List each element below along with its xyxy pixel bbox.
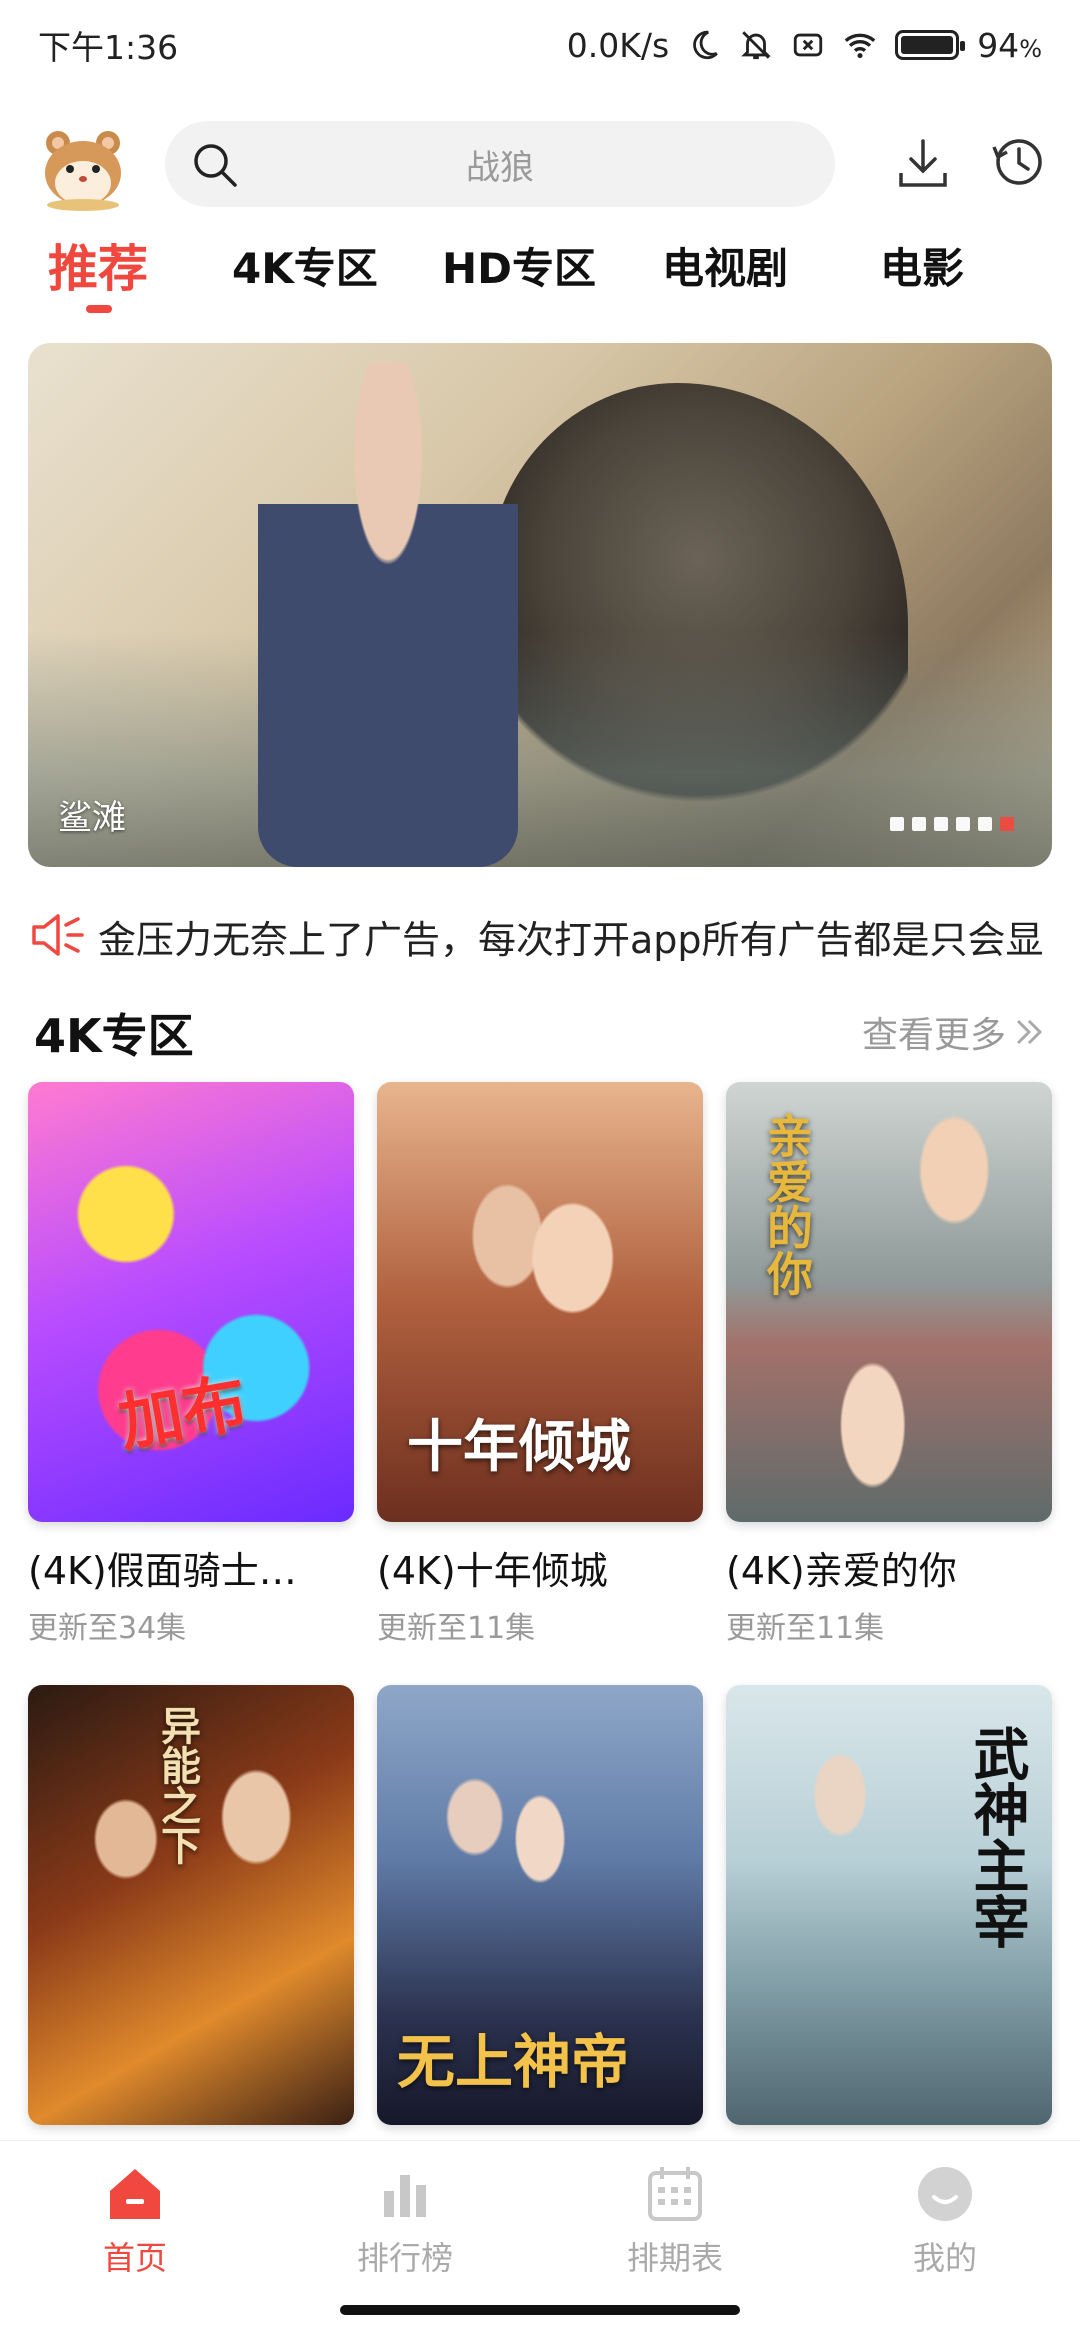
- video-poster: 无上神帝: [377, 1685, 703, 2125]
- profile-icon: [918, 2167, 972, 2221]
- video-title: (4K)假面骑士…: [28, 1549, 297, 1593]
- nav-profile-label: 我的: [912, 2239, 977, 2277]
- video-poster: 武神主宰: [726, 1685, 1052, 2125]
- active-tab-indicator: [86, 305, 112, 313]
- wifi-icon: [844, 33, 876, 59]
- chart-icon: [384, 2175, 426, 2217]
- pagination-dot: [890, 817, 904, 831]
- video-card[interactable]: 亲爱的你 (4K)亲爱的你 更新至11集: [726, 1082, 1052, 1647]
- sim-x-icon: [794, 33, 823, 57]
- speaker-icon: [32, 914, 84, 956]
- video-card[interactable]: 武神主宰: [726, 1685, 1052, 2151]
- home-icon: [110, 2169, 160, 2219]
- poster-title-text: 加布: [113, 1366, 253, 1462]
- nav-profile[interactable]: 我的: [845, 2163, 1045, 2279]
- calendar-icon: [648, 2167, 702, 2221]
- pagination-dot: [912, 817, 926, 831]
- video-poster: 十年倾城: [377, 1082, 703, 1522]
- tab-4k[interactable]: 4K专区: [232, 235, 378, 296]
- double-chevron-right-icon: [1016, 1019, 1043, 1045]
- notice-bar[interactable]: 金压力无奈上了广告，每次打开app所有广告都是只会显: [0, 905, 1080, 965]
- video-title: (4K)十年倾城: [377, 1549, 608, 1593]
- pagination-dot: [934, 817, 948, 831]
- top-bar: 战狼: [0, 115, 1080, 215]
- download-icon[interactable]: [895, 135, 951, 191]
- hamster-logo-icon[interactable]: [38, 125, 128, 211]
- banner-waves: [28, 631, 1052, 867]
- video-episode-status: 更新至34集: [28, 1611, 187, 1646]
- search-placeholder: 战狼: [466, 147, 534, 188]
- nav-ranking[interactable]: 排行榜: [305, 2163, 505, 2279]
- status-time: 下午1:36: [38, 28, 179, 67]
- status-bar: 下午1:36 0.0K/s 94%: [0, 0, 1080, 90]
- section-header-4k: 4K专区 查看更多: [0, 1000, 1080, 1070]
- gesture-bar: [340, 2305, 740, 2315]
- bell-off-icon: [741, 31, 771, 60]
- video-card[interactable]: 无上神帝: [377, 1685, 703, 2151]
- nav-home[interactable]: 首页: [35, 2163, 235, 2279]
- video-card[interactable]: 异能之下: [28, 1685, 354, 2151]
- video-episode-status: 更新至11集: [377, 1611, 536, 1646]
- video-poster: 异能之下: [28, 1685, 354, 2125]
- pagination-dot-active: [1000, 817, 1014, 831]
- pagination-dot: [978, 817, 992, 831]
- pagination-dot: [956, 817, 970, 831]
- nav-schedule-label: 排期表: [626, 2239, 723, 2277]
- section-title: 4K专区: [34, 1009, 194, 1063]
- video-episode-status: 更新至11集: [726, 1611, 885, 1646]
- see-more-label: 查看更多: [861, 1015, 1006, 1056]
- nav-schedule[interactable]: 排期表: [575, 2163, 775, 2279]
- status-right: 0.0K/s 94%: [567, 26, 1042, 65]
- network-speed: 0.0K/s: [566, 25, 670, 65]
- battery-icon: [895, 30, 966, 60]
- video-card[interactable]: 十年倾城 (4K)十年倾城 更新至11集: [377, 1082, 703, 1647]
- tab-movies[interactable]: 电影: [880, 235, 964, 296]
- poster-title-text: 武神主宰: [964, 1725, 1029, 1949]
- notice-text: 金压力无奈上了广告，每次打开app所有广告都是只会显: [98, 918, 1044, 962]
- poster-title-text: 无上神帝: [397, 2028, 630, 2096]
- tab-hd[interactable]: HD专区: [442, 235, 596, 296]
- banner-figure-image: [258, 363, 518, 867]
- video-poster: 亲爱的你: [726, 1082, 1052, 1522]
- video-card[interactable]: 加布 (4K)假面骑士… 更新至34集: [28, 1082, 354, 1647]
- banner-caption: 鲨滩: [58, 798, 126, 838]
- nav-home-label: 首页: [102, 2239, 167, 2277]
- category-tabs: 推荐 4K专区 HD专区 电视剧 电影: [0, 235, 1080, 320]
- tab-recommend[interactable]: 推荐: [48, 229, 148, 301]
- see-more-link[interactable]: 查看更多: [862, 1006, 1046, 1058]
- battery-percent: 94%: [977, 25, 1042, 65]
- search-bar[interactable]: 战狼: [165, 121, 835, 207]
- nav-ranking-label: 排行榜: [356, 2239, 453, 2277]
- tab-tv-series[interactable]: 电视剧: [662, 235, 788, 296]
- video-poster: 加布: [28, 1082, 354, 1522]
- search-icon: [194, 144, 237, 187]
- history-icon[interactable]: [990, 133, 1046, 189]
- moon-icon: [693, 30, 718, 60]
- banner-pagination: [890, 817, 1014, 831]
- poster-title-text: 亲爱的你: [760, 1112, 814, 1296]
- video-title: (4K)亲爱的你: [726, 1549, 957, 1593]
- poster-title-text: 十年倾城: [407, 1415, 631, 1480]
- hero-banner[interactable]: 鲨滩: [28, 343, 1052, 867]
- poster-title-text: 异能之下: [154, 1705, 200, 1865]
